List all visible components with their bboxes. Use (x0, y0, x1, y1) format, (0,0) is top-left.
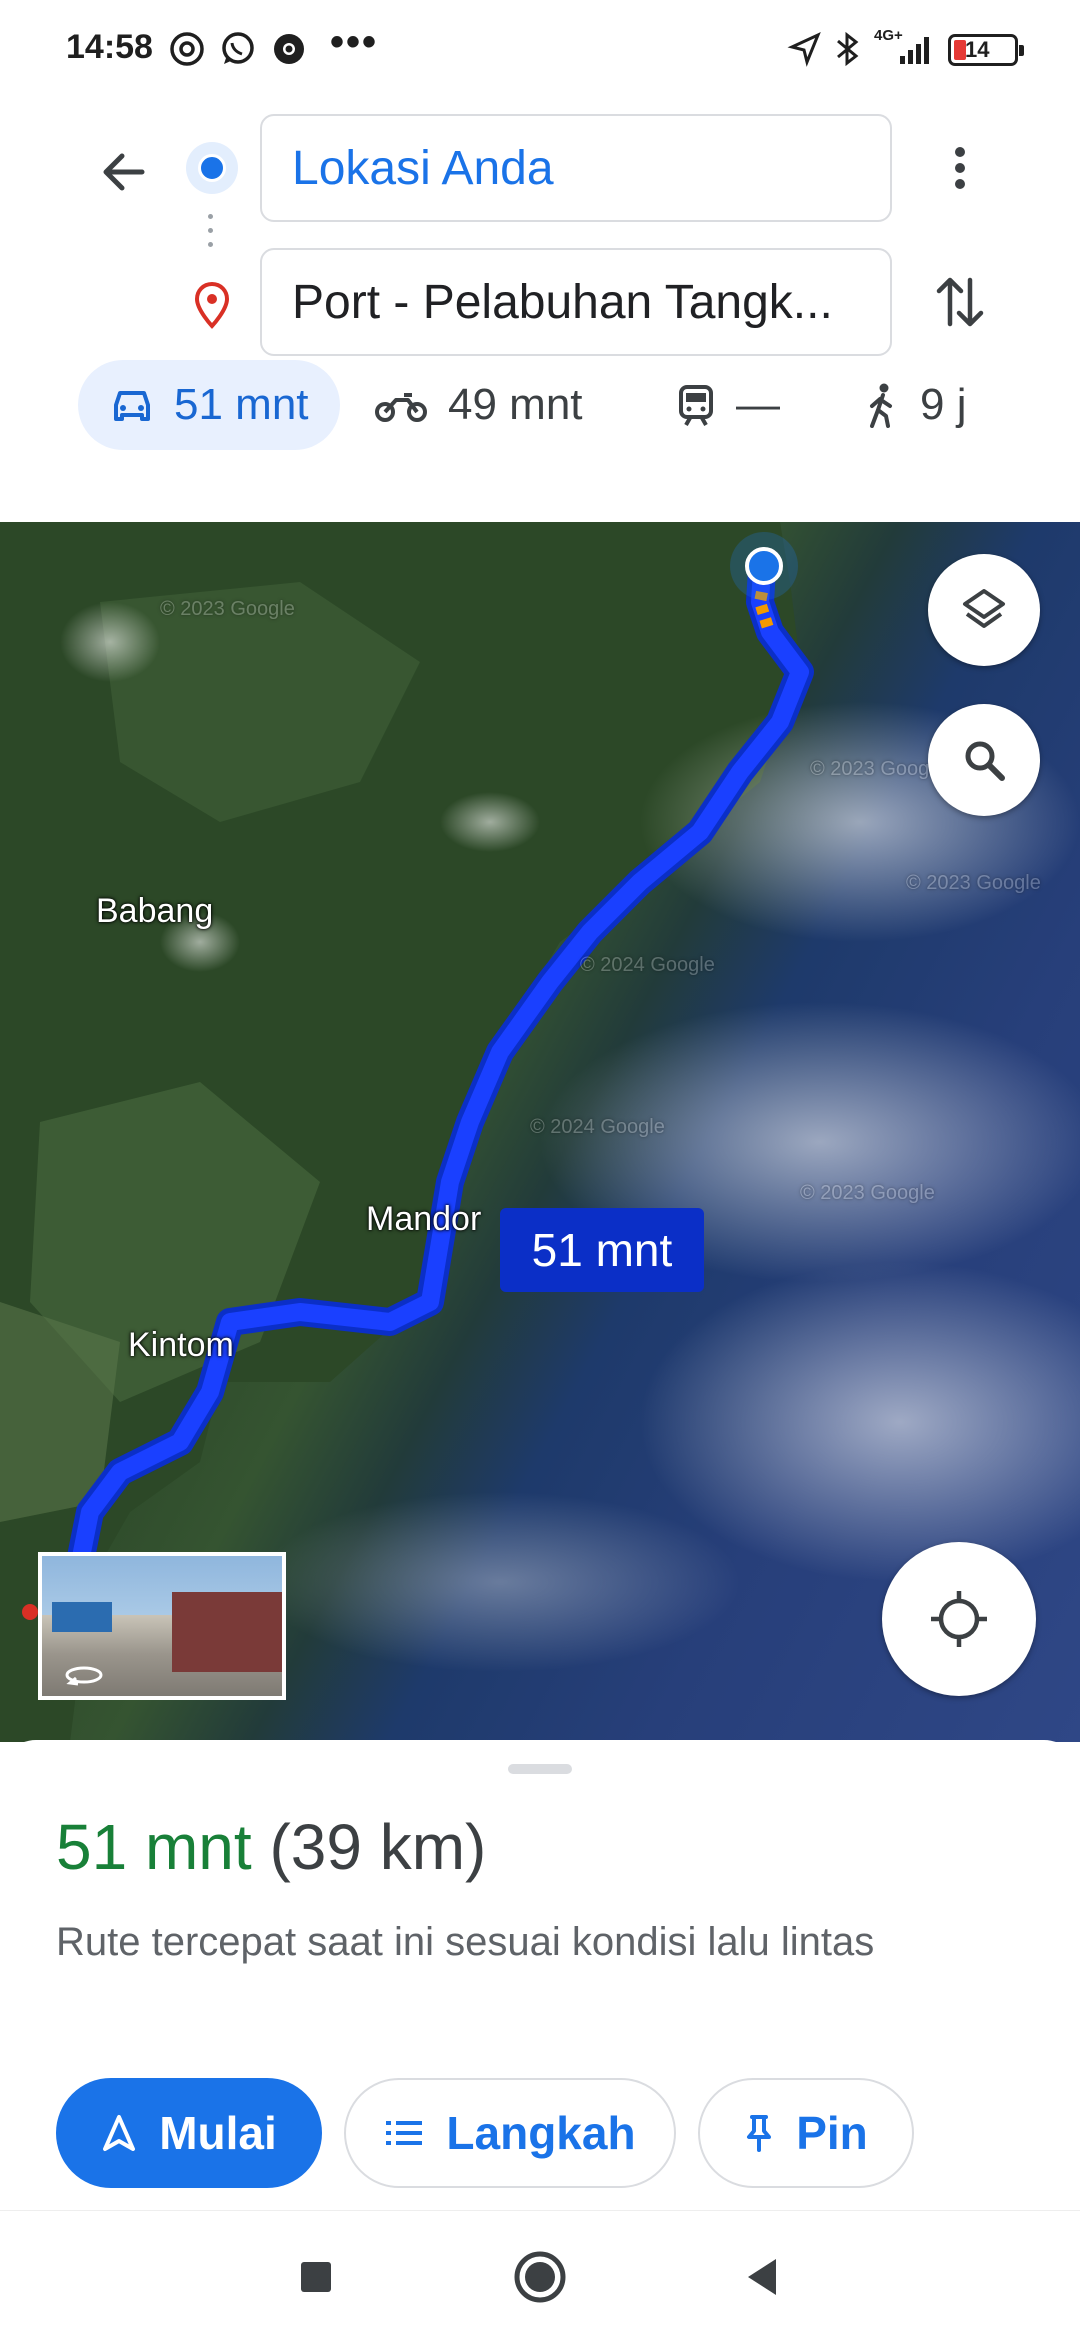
layers-icon (963, 589, 1005, 628)
system-navigation-bar (0, 2210, 1080, 2340)
destination-pin-icon (194, 281, 230, 329)
map-watermark: © 2023 Google (810, 758, 945, 780)
map-watermark: © 2024 Google (580, 954, 715, 976)
tab-transit[interactable]: — (676, 360, 780, 450)
tab-motorcycle[interactable]: 49 mnt (374, 360, 583, 450)
map-view[interactable]: Babang Mandor Kintom © 2023 Google © 202… (0, 522, 1080, 1742)
origin-field[interactable]: Lokasi Anda (260, 114, 892, 222)
route-summary: 51 mnt (39 km) (56, 1810, 486, 1884)
tab-transit-label: — (736, 380, 780, 429)
directions-header: Lokasi Anda Port - Pelabuhan Tangk... 51… (0, 100, 1080, 520)
list-icon (386, 2121, 423, 2145)
map-watermark: © 2023 Google (160, 598, 295, 620)
whatsapp-icon (222, 32, 254, 64)
bluetooth-icon (837, 31, 859, 67)
street-view-thumbnail[interactable] (38, 1552, 286, 1700)
route-summary-sheet: 51 mnt (39 km) Rute tercepat saat ini se… (0, 1740, 1080, 2210)
map-label-mandor: Mandor (366, 1200, 482, 1238)
swap-icon[interactable] (930, 270, 990, 334)
tab-walk-label: 9 j (920, 380, 967, 429)
tab-car[interactable]: 51 mnt (78, 360, 340, 450)
tab-car-label: 51 mnt (174, 380, 309, 429)
threads-icon (170, 32, 204, 66)
home-circle-icon[interactable] (510, 2247, 570, 2307)
start-button[interactable]: Mulai (56, 2078, 322, 2188)
my-location-button[interactable] (882, 1542, 1036, 1696)
layers-button[interactable] (928, 554, 1040, 666)
crosshair-icon (931, 1591, 987, 1647)
pushpin-icon (747, 2115, 772, 2152)
map-label-kintom: Kintom (128, 1326, 234, 1364)
map-watermark: © 2023 Google (906, 872, 1041, 894)
walk-icon (870, 383, 892, 428)
status-time: 14:58 (66, 28, 153, 66)
recents-square-icon[interactable] (286, 2247, 346, 2307)
status-bar: 14:58 ••• 4G+ 14 (0, 0, 1080, 100)
search-button[interactable] (928, 704, 1040, 816)
street-view-icon (65, 1666, 103, 1686)
search-icon (965, 741, 1005, 781)
motorcycle-icon (375, 393, 427, 422)
route-connector-dots (208, 214, 214, 270)
battery-level: 14 (965, 37, 990, 62)
map-label-babang: Babang (96, 892, 214, 930)
location-arrow-icon (787, 32, 821, 67)
chrome-icon (274, 34, 304, 64)
origin-dot-icon (198, 154, 226, 182)
car-icon (114, 391, 150, 421)
tab-motorcycle-label: 49 mnt (448, 380, 583, 429)
back-arrow-icon[interactable] (94, 142, 154, 202)
steps-button[interactable]: Langkah (344, 2078, 676, 2188)
signal-icon (900, 37, 929, 64)
map-watermark: © 2024 Google (530, 1116, 665, 1138)
destination-field[interactable]: Port - Pelabuhan Tangk... (260, 248, 892, 356)
route-description: Rute tercepat saat ini sesuai kondisi la… (56, 1920, 875, 1964)
battery-icon: 14 (948, 34, 1024, 66)
pin-button[interactable]: Pin (698, 2078, 914, 2188)
pin-button-label: Pin (796, 2107, 868, 2159)
more-dots-icon: ••• (330, 20, 379, 64)
train-icon (679, 385, 713, 426)
route-duration-badge[interactable]: 51 mnt (500, 1208, 704, 1292)
route-duration: 51 mnt (56, 1811, 252, 1883)
sheet-drag-handle[interactable] (508, 1764, 572, 1774)
steps-button-label: Langkah (446, 2107, 636, 2159)
travel-mode-tabs: 51 mnt 49 mnt — 9 j (0, 360, 1080, 460)
tab-walk[interactable]: 9 j (864, 360, 966, 450)
back-triangle-icon[interactable] (734, 2247, 794, 2307)
map-watermark: © 2023 Google (800, 1182, 935, 1204)
start-button-label: Mulai (159, 2107, 277, 2159)
more-options-icon[interactable] (940, 138, 980, 198)
route-distance: (39 km) (269, 1811, 487, 1883)
navigation-arrow-icon (103, 2115, 136, 2151)
